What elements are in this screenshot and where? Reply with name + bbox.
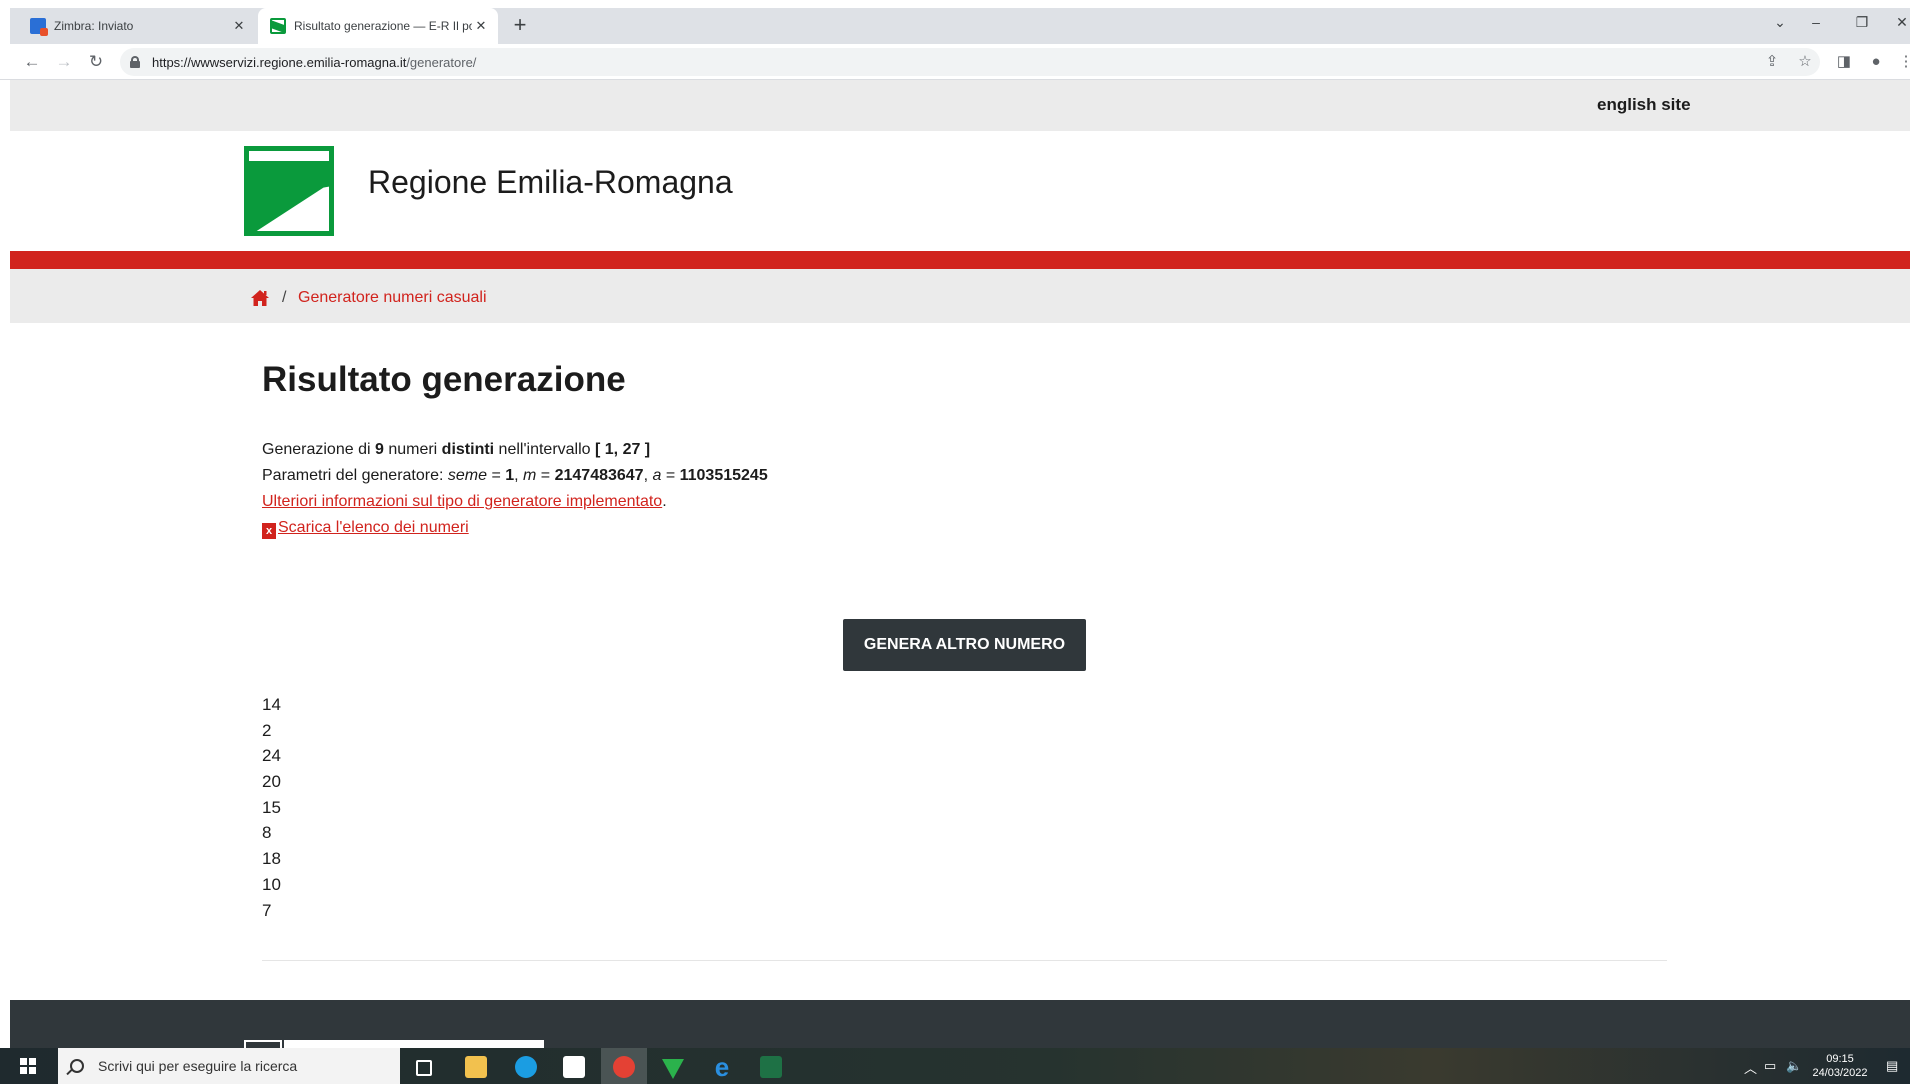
- home-icon[interactable]: [250, 289, 270, 307]
- number-item: 15: [262, 797, 281, 817]
- address-bar: ← → ↻ https://wwwservizi.regione.emilia-…: [0, 44, 1910, 80]
- notifications-icon[interactable]: ▤: [1886, 1058, 1898, 1074]
- green-app-icon[interactable]: [662, 1059, 684, 1079]
- side-panel-icon[interactable]: ◨: [1834, 52, 1854, 72]
- number-item: 8: [262, 823, 272, 843]
- number-item: 2: [262, 720, 272, 740]
- file-explorer-icon[interactable]: [465, 1056, 487, 1078]
- red-accent-bar: [10, 251, 1910, 269]
- url-path: /generatore/: [406, 54, 477, 70]
- excel-file-icon: x: [262, 523, 276, 539]
- internet-explorer-icon[interactable]: e: [711, 1054, 733, 1080]
- minimize-icon[interactable]: –: [1804, 10, 1828, 34]
- lock-icon[interactable]: [130, 56, 140, 68]
- number-item: 20: [262, 772, 281, 792]
- a-value: 1103515245: [679, 467, 768, 484]
- url-field[interactable]: https://wwwservizi.regione.emilia-romagn…: [120, 48, 1820, 76]
- windows-start-icon[interactable]: [20, 1058, 36, 1074]
- close-tab-icon[interactable]: ✕: [472, 17, 490, 35]
- network-icon[interactable]: ▭: [1764, 1058, 1776, 1074]
- menu-kebab-icon[interactable]: ⋮: [1896, 52, 1910, 72]
- footer-logo-outline: [244, 1040, 282, 1048]
- close-tab-icon[interactable]: ✕: [230, 17, 248, 35]
- generation-summary: Generazione di 9 numeri distinti nell'in…: [262, 441, 651, 458]
- search-icon: [70, 1059, 84, 1073]
- number-item: 10: [262, 874, 281, 894]
- content-divider: [262, 960, 1667, 961]
- generator-parameters: Parametri del generatore: seme = 1, m = …: [262, 467, 768, 484]
- back-arrow-icon[interactable]: ←: [20, 50, 44, 74]
- info-link-line: Ulteriori informazioni sul tipo di gener…: [262, 493, 667, 510]
- page-title: Risultato generazione: [262, 360, 626, 399]
- count-value: 9: [374, 441, 384, 458]
- zimbra-favicon-icon: [30, 18, 48, 36]
- tab-search-chevron-icon[interactable]: ⌄: [1768, 10, 1792, 34]
- browser-tab-strip: Zimbra: Inviato ✕ Risultato generazione …: [0, 0, 1910, 44]
- store-icon[interactable]: [563, 1056, 585, 1078]
- url-host: https://wwwservizi.regione.emilia-romagn…: [152, 54, 407, 70]
- clock-time: 09:15: [1826, 1053, 1854, 1065]
- number-item: 14: [262, 695, 281, 714]
- tab-title: Risultato generazione — E-R Il po: [294, 19, 472, 33]
- clock-date: 24/03/2022: [1812, 1067, 1868, 1079]
- numbers-list: 14 2 24 20 15 8 18 10 7: [262, 692, 281, 923]
- task-view-icon[interactable]: [416, 1060, 432, 1076]
- tab-title: Zimbra: Inviato: [54, 19, 134, 33]
- range-value: [ 1, 27 ]: [595, 441, 651, 458]
- generate-again-button[interactable]: GENERA ALTRO NUMERO: [843, 619, 1086, 671]
- forward-arrow-icon[interactable]: →: [52, 50, 76, 74]
- bookmark-star-icon[interactable]: ☆: [1795, 52, 1815, 72]
- restore-icon[interactable]: ❐: [1850, 10, 1874, 34]
- excel-app-icon[interactable]: [760, 1056, 782, 1078]
- profile-avatar-icon[interactable]: ●: [1866, 52, 1886, 72]
- taskbar-clock[interactable]: 09:15 24/03/2022: [1810, 1052, 1870, 1080]
- close-window-icon[interactable]: ✕: [1890, 10, 1910, 34]
- site-name[interactable]: Regione Emilia-Romagna: [368, 164, 733, 201]
- number-item: 7: [262, 900, 272, 920]
- tray-chevron-icon[interactable]: ︿: [1744, 1058, 1757, 1077]
- breadcrumb: [10, 269, 1910, 323]
- new-tab-plus-icon[interactable]: +: [508, 14, 532, 38]
- seed-value: 1: [505, 467, 515, 484]
- edge-browser-icon[interactable]: [515, 1056, 537, 1078]
- kind-value: distinti: [441, 441, 495, 458]
- m-value: 2147483647: [554, 467, 644, 484]
- reload-icon[interactable]: ↻: [84, 50, 108, 74]
- emilia-romagna-favicon-icon: [270, 18, 286, 34]
- footer-logo-band: [284, 1040, 544, 1048]
- breadcrumb-current-link[interactable]: Generatore numeri casuali: [298, 289, 487, 307]
- download-numbers-link[interactable]: x Scarica l'elenco dei numeri: [262, 519, 469, 539]
- taskbar-search-placeholder: Scrivi qui per eseguire la ricerca: [98, 1058, 298, 1074]
- volume-icon[interactable]: 🔈: [1786, 1058, 1802, 1074]
- breadcrumb-separator: /: [282, 289, 287, 306]
- share-icon[interactable]: ⇪: [1762, 52, 1782, 72]
- download-line: x Scarica l'elenco dei numeri: [262, 519, 469, 539]
- chrome-icon[interactable]: [613, 1056, 635, 1078]
- english-site-link[interactable]: english site: [1597, 95, 1691, 115]
- generator-info-link[interactable]: Ulteriori informazioni sul tipo di gener…: [262, 493, 662, 510]
- taskbar-search-input[interactable]: Scrivi qui per eseguire la ricerca: [58, 1048, 400, 1084]
- number-item: 18: [262, 849, 281, 869]
- tab-risultato[interactable]: Risultato generazione — E-R Il po ✕: [258, 8, 498, 44]
- regione-logo-icon[interactable]: [244, 146, 334, 236]
- number-item: 24: [262, 746, 281, 766]
- tab-zimbra[interactable]: Zimbra: Inviato ✕: [18, 8, 256, 44]
